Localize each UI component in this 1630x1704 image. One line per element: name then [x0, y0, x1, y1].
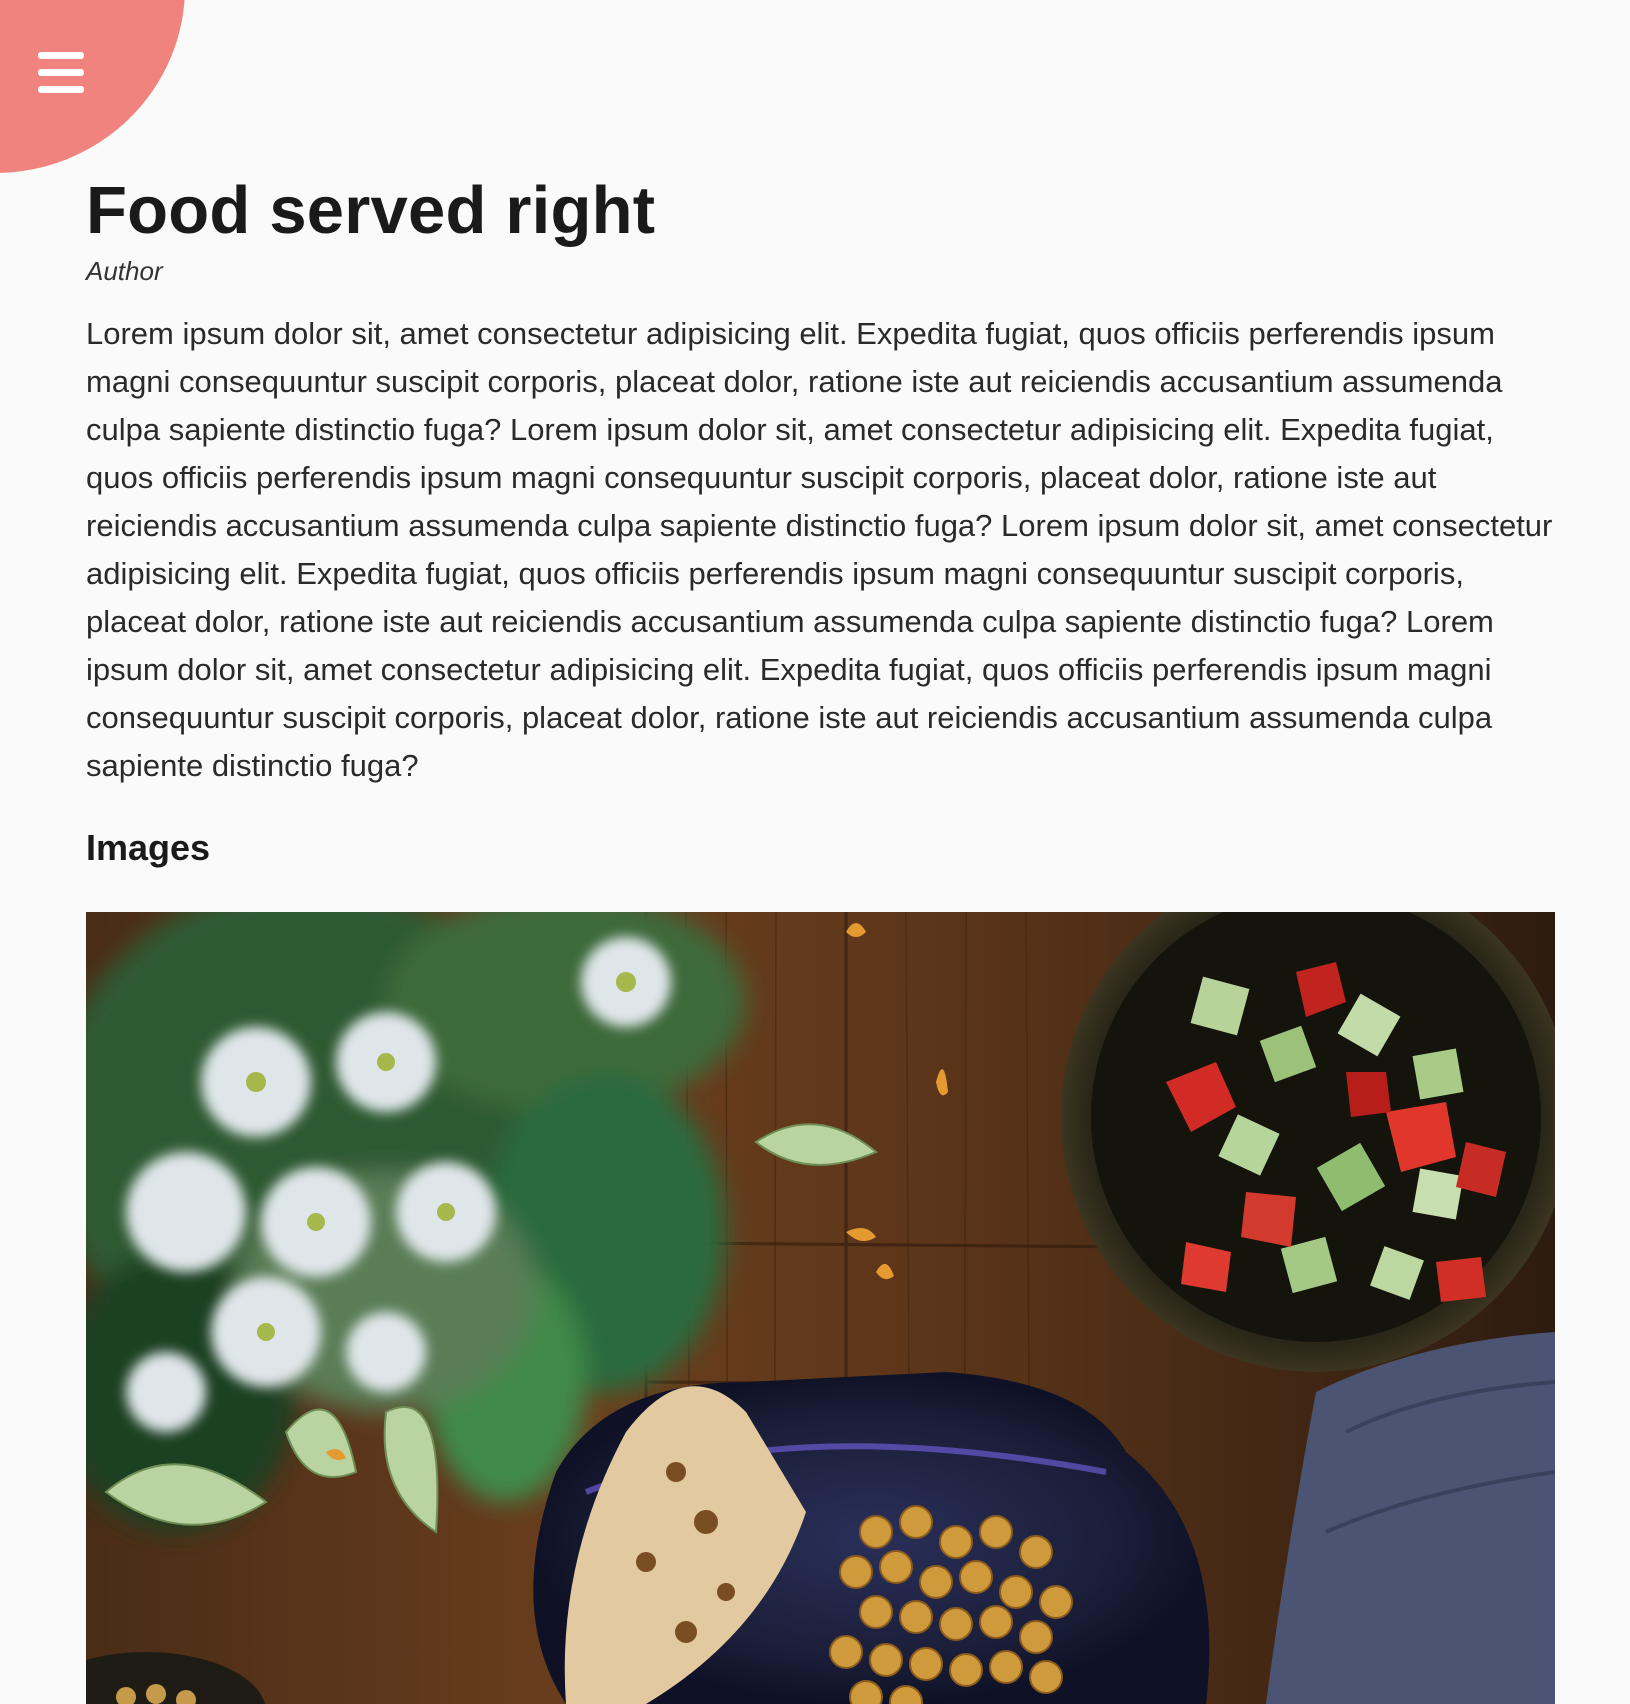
hamburger-menu-icon[interactable] [24, 36, 100, 112]
article-author: Author [86, 256, 163, 286]
article-title: Food served right [86, 173, 656, 248]
article-body: Lorem ipsum dolor sit, amet consectetur … [86, 316, 1553, 783]
menu-bar-top [38, 52, 84, 59]
menu-bar-bottom [38, 86, 84, 93]
food-photo [86, 912, 1555, 1704]
food-photo-illustration [86, 912, 1555, 1704]
images-heading: Images [86, 827, 211, 868]
menu-bar-middle [38, 69, 84, 76]
article: Food served right Author Lorem ipsum dol… [86, 168, 1556, 872]
